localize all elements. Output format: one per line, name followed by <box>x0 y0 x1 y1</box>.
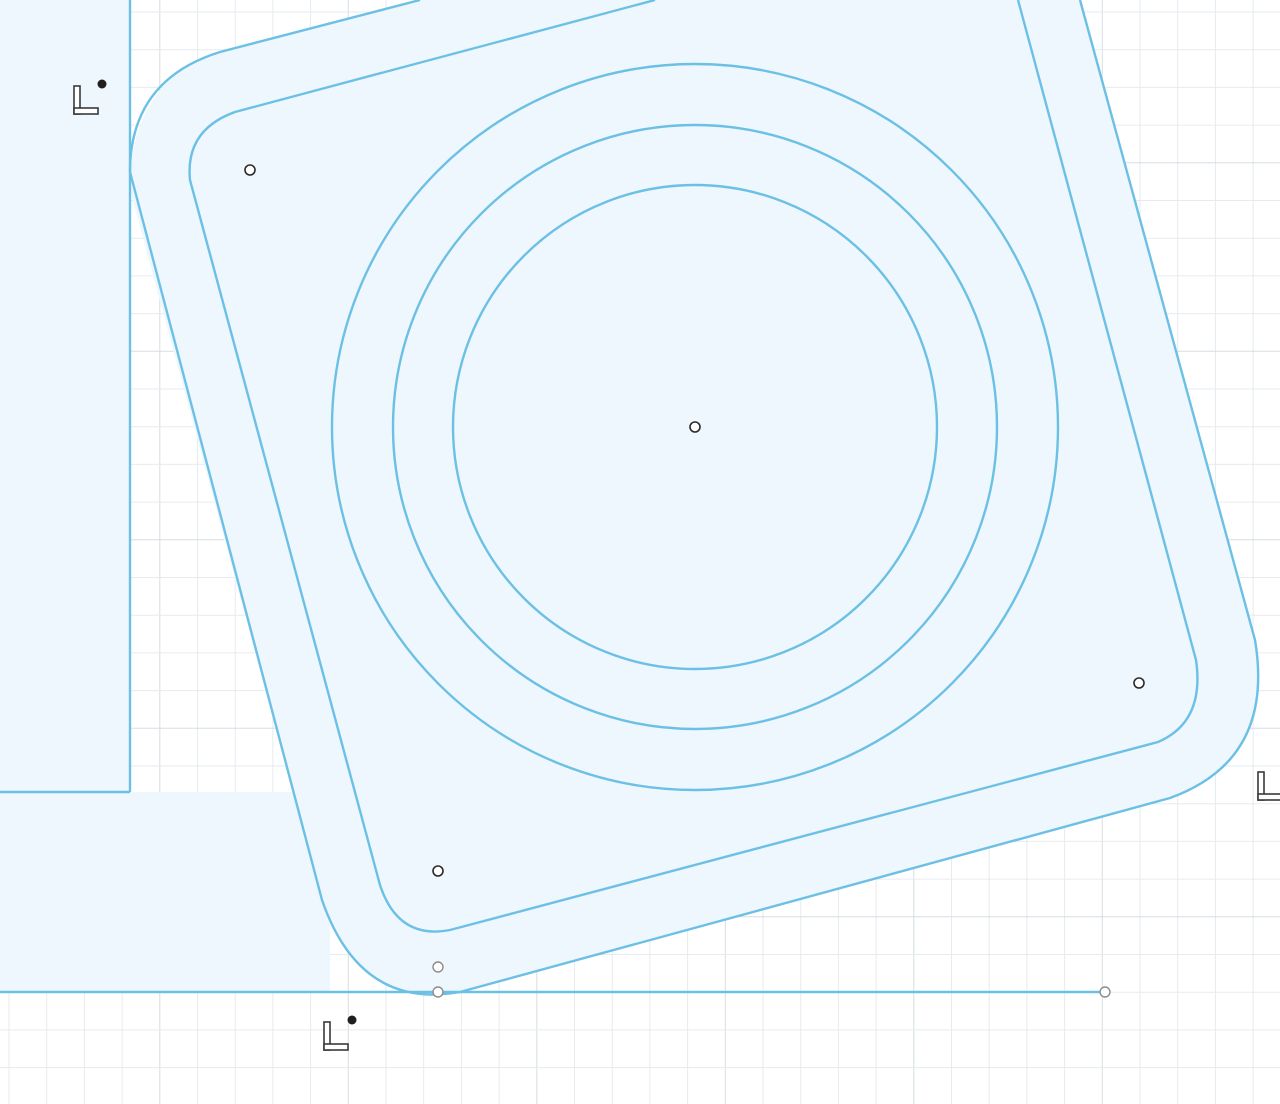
fillet-center-point <box>244 164 256 176</box>
center-point <box>689 421 701 433</box>
line-start-point <box>432 986 444 998</box>
line-end-point <box>1099 986 1111 998</box>
sketch-canvas[interactable] <box>0 0 1280 1104</box>
profile-region[interactable] <box>0 0 1259 995</box>
perpendicular-constraint-icon[interactable] <box>1257 771 1280 801</box>
construction-point <box>432 961 444 973</box>
fillet-center-point <box>432 865 444 877</box>
fillet-center-point <box>1133 677 1145 689</box>
perpendicular-constraint-icon[interactable] <box>323 1015 357 1051</box>
